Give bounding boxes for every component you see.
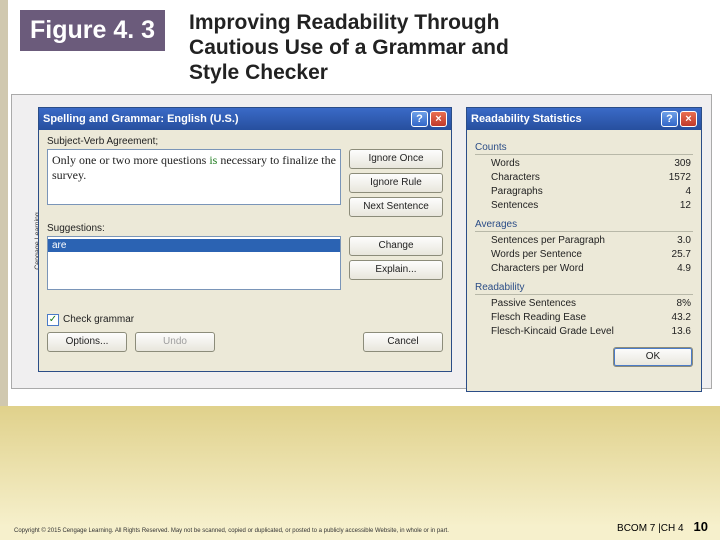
- page-number: 10: [694, 519, 708, 534]
- stat-label: Flesch-Kincaid Grade Level: [491, 325, 614, 339]
- stat-value: 25.7: [672, 248, 691, 262]
- stat-value: 309: [674, 157, 691, 171]
- stat-label: Passive Sentences: [491, 297, 576, 311]
- stat-value: 1572: [669, 171, 691, 185]
- close-icon[interactable]: ×: [430, 111, 447, 127]
- stat-label: Words: [491, 157, 520, 171]
- stat-value: 43.2: [672, 311, 691, 325]
- footer-band: [0, 406, 720, 540]
- header: Figure 4. 3 Improving Readability Throug…: [0, 0, 720, 90]
- suggestions-box[interactable]: are: [47, 236, 341, 290]
- stat-value: 12: [680, 199, 691, 213]
- figure-badge: Figure 4. 3: [20, 10, 165, 51]
- grammar-window: Spelling and Grammar: English (U.S.) ? ×…: [38, 107, 452, 372]
- stat-label: Sentences per Paragraph: [491, 234, 605, 248]
- explain-button[interactable]: Explain...: [349, 260, 443, 280]
- sentence-box[interactable]: Only one or two more questions is necess…: [47, 149, 341, 205]
- issue-label: Subject-Verb Agreement;: [47, 136, 443, 147]
- grammar-titlebar: Spelling and Grammar: English (U.S.) ? ×: [39, 108, 451, 130]
- page-info: BCOM 7 |CH 4 10: [617, 519, 708, 534]
- counts-header: Counts: [475, 142, 693, 155]
- stat-value: 13.6: [672, 325, 691, 339]
- stat-label: Paragraphs: [491, 185, 543, 199]
- book-ref: BCOM 7 |CH 4: [617, 523, 684, 534]
- ignore-once-button[interactable]: Ignore Once: [349, 149, 443, 169]
- check-grammar-label: Check grammar: [63, 314, 134, 325]
- stat-value: 4: [685, 185, 691, 199]
- suggestion-item[interactable]: are: [48, 239, 340, 252]
- readability-header: Readability: [475, 282, 693, 295]
- stat-label: Words per Sentence: [491, 248, 582, 262]
- stat-label: Characters: [491, 171, 540, 185]
- suggestions-label: Suggestions:: [47, 223, 443, 234]
- close-icon[interactable]: ×: [680, 111, 697, 127]
- stat-label: Characters per Word: [491, 262, 584, 276]
- stats-window: Readability Statistics ? × Counts Words 3…: [466, 107, 702, 392]
- ok-button[interactable]: OK: [613, 347, 693, 367]
- accent-bar: [0, 0, 8, 406]
- stat-value: 8%: [677, 297, 691, 311]
- page-title: Improving Readability Through Cautious U…: [189, 10, 549, 86]
- options-button[interactable]: Options...: [47, 332, 127, 352]
- help-icon[interactable]: ?: [411, 111, 428, 127]
- stats-titlebar: Readability Statistics ? ×: [467, 108, 701, 130]
- stat-label: Flesch Reading Ease: [491, 311, 586, 325]
- stat-value: 3.0: [677, 234, 691, 248]
- copyright: Copyright © 2015 Cengage Learning. All R…: [14, 528, 449, 534]
- next-sentence-button[interactable]: Next Sentence: [349, 197, 443, 217]
- undo-button: Undo: [135, 332, 215, 352]
- averages-header: Averages: [475, 219, 693, 232]
- stats-title: Readability Statistics: [471, 113, 659, 125]
- checkbox-icon[interactable]: ✓: [47, 314, 59, 326]
- help-icon[interactable]: ?: [661, 111, 678, 127]
- grammar-title: Spelling and Grammar: English (U.S.): [43, 113, 409, 125]
- figure-area: Cengage Learning Spelling and Grammar: E…: [11, 94, 712, 389]
- change-button[interactable]: Change: [349, 236, 443, 256]
- cancel-button[interactable]: Cancel: [363, 332, 443, 352]
- ignore-rule-button[interactable]: Ignore Rule: [349, 173, 443, 193]
- check-grammar-row[interactable]: ✓ Check grammar: [47, 314, 443, 326]
- stat-label: Sentences: [491, 199, 538, 213]
- sentence-pre: Only one or two more questions: [52, 153, 209, 167]
- stat-value: 4.9: [677, 262, 691, 276]
